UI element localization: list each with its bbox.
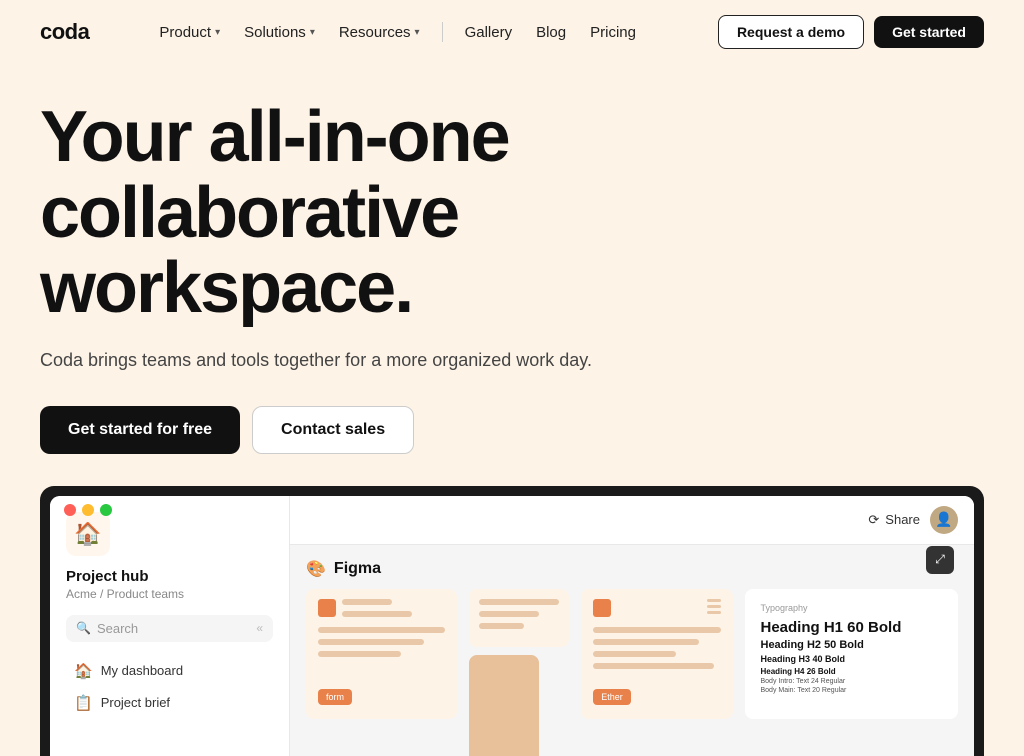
sidebar-search-box[interactable]: 🔍 Search « [66,615,273,642]
minimize-window-button[interactable] [82,504,94,516]
wf-line [342,599,392,605]
wf-line [593,639,699,645]
wf-line [479,611,539,617]
typography-section-label: Typography [761,603,943,613]
app-main-page-title: 🎨 Figma [290,545,974,589]
search-icon: 🔍 [76,621,91,635]
hero-subtitle: Coda brings teams and tools together for… [40,347,600,374]
workspace-emoji-icon: 🏠 [74,521,101,547]
project-brief-icon: 📋 [74,694,93,712]
share-icon: ⟳ [868,512,879,528]
window-controls [64,504,112,516]
nav-link-gallery[interactable]: Gallery [455,18,523,47]
sidebar-project-path: Acme / Product teams [66,587,273,601]
nav-divider [442,22,443,42]
app-main-content: ⟳ Share 👤 🎨 Figma form [290,496,974,756]
wireframe-middle [469,589,569,756]
nav-links: Product ▾ Solutions ▾ Resources ▾ Galler… [149,18,718,47]
typography-h3: Heading H3 40 Bold [761,654,943,664]
nav-link-blog[interactable]: Blog [526,18,576,47]
sidebar-project-name: Project hub [66,568,273,585]
wireframe-card-1: form [306,589,457,719]
sidebar-collapse-icon[interactable]: « [256,621,263,635]
wf-line [479,599,559,605]
nav-item-resources[interactable]: Resources ▾ [329,18,430,47]
wf-icon-block [318,599,336,617]
wf-line [318,651,401,657]
request-demo-button[interactable]: Request a demo [718,15,864,49]
app-main-header: ⟳ Share 👤 [290,496,974,545]
sidebar-search-placeholder: Search [97,621,138,636]
nav-item-solutions[interactable]: Solutions ▾ [234,18,325,47]
brand-logo[interactable]: coda [40,19,89,45]
nav-label-resources: Resources [339,24,411,41]
figma-label: Figma [334,560,381,578]
app-preview: 🏠 Project hub Acme / Product teams 🔍 Sea… [40,486,984,756]
chevron-down-icon: ▾ [415,27,420,38]
wireframe-area: form [290,589,974,756]
typography-h4: Heading H4 26 Bold [761,667,943,676]
chevron-down-icon: ▾ [215,27,220,38]
typography-h1: Heading H1 60 Bold [761,619,943,636]
get-started-free-button[interactable]: Get started for free [40,406,240,454]
expand-button[interactable]: ⤢ [926,546,954,574]
wireframe-card-2a [469,589,569,647]
close-window-button[interactable] [64,504,76,516]
nav-link-pricing[interactable]: Pricing [580,18,646,47]
wf-menu-icon [707,599,721,617]
nav-label-product: Product [159,24,211,41]
typography-h2: Heading H2 50 Bold [761,639,943,651]
nav-right: Request a demo Get started [718,15,984,49]
wireframe-card-3: Ether [581,589,732,719]
contact-sales-button[interactable]: Contact sales [252,406,414,454]
wf-line [593,663,714,669]
wf-line [593,651,676,657]
app-sidebar: 🏠 Project hub Acme / Product teams 🔍 Sea… [50,496,290,756]
wf-line [593,627,720,633]
dashboard-icon: 🏠 [74,662,93,680]
sidebar-item-project-brief[interactable]: 📋 Project brief [66,688,273,718]
wf-button-block-2: Ether [593,689,631,705]
get-started-nav-button[interactable]: Get started [874,16,984,48]
chevron-down-icon: ▾ [310,27,315,38]
typography-body-main: Body Main: Text 20 Regular [761,687,943,694]
typography-card: Typography Heading H1 60 Bold Heading H2… [745,589,959,719]
maximize-window-button[interactable] [100,504,112,516]
sidebar-workspace-icon: 🏠 [66,512,110,556]
figma-icon: 🎨 [306,559,326,579]
navbar: coda Product ▾ Solutions ▾ Resources ▾ G… [0,0,1024,64]
hero-buttons: Get started for free Contact sales [40,406,984,454]
hero-section: Your all-in-one collaborative workspace.… [0,64,1024,486]
wf-line [479,623,524,629]
app-window: 🏠 Project hub Acme / Product teams 🔍 Sea… [50,496,974,756]
wf-button-block: form [318,689,352,705]
nav-label-solutions: Solutions [244,24,306,41]
wf-icon-block [593,599,611,617]
wireframe-tall-card [469,655,539,756]
nav-item-product[interactable]: Product ▾ [149,18,230,47]
sidebar-item-dashboard[interactable]: 🏠 My dashboard [66,656,273,686]
wf-line [318,627,445,633]
sidebar-item-project-brief-label: Project brief [101,695,170,710]
share-label: Share [885,512,920,527]
hero-title: Your all-in-one collaborative workspace. [40,100,740,327]
share-button[interactable]: ⟳ Share [868,512,920,528]
user-avatar[interactable]: 👤 [930,506,958,534]
sidebar-item-dashboard-label: My dashboard [101,663,183,678]
wf-line [318,639,424,645]
wf-line [342,611,412,617]
